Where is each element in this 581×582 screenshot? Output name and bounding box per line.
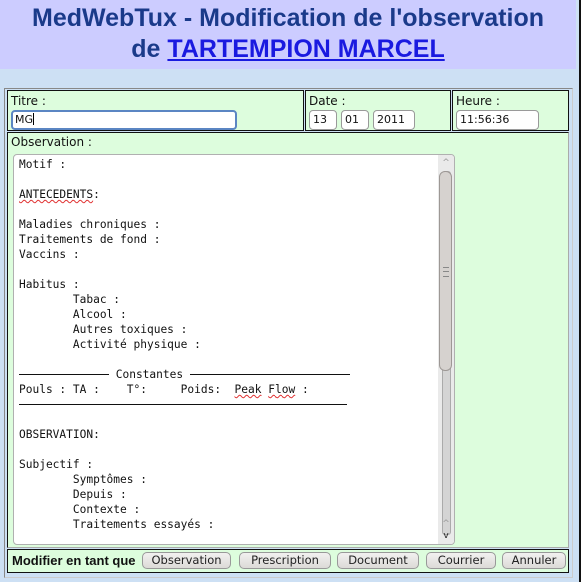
line-constantes: Constantes bbox=[109, 368, 190, 381]
observation-scrollbar[interactable]: ^ ^ v bbox=[438, 155, 454, 544]
date-cell: Date : 13 01 2011 bbox=[305, 90, 451, 131]
grip-icon bbox=[443, 267, 449, 277]
heure-cell: Heure : 11:56:36 bbox=[452, 90, 569, 131]
modify-as-label: Modifier en tant que bbox=[12, 553, 136, 568]
titre-label: Titre : bbox=[11, 94, 46, 108]
line-tabac: Tabac : bbox=[19, 293, 121, 306]
observation-label: Observation : bbox=[11, 135, 92, 149]
line-traitements-fond: Traitements de fond : bbox=[19, 233, 161, 246]
scroll-up-small-icon[interactable]: ^ bbox=[438, 518, 454, 530]
date-label: Date : bbox=[309, 94, 346, 108]
scroll-up-icon[interactable]: ^ bbox=[438, 157, 454, 169]
titre-cell: Titre : MG bbox=[7, 90, 304, 131]
line-pouls: Pouls : TA : T°: Poids: bbox=[19, 383, 235, 396]
line-observation-header: OBSERVATION: bbox=[19, 428, 100, 441]
line-motif: Motif : bbox=[19, 158, 67, 171]
scroll-thumb[interactable] bbox=[439, 171, 452, 371]
word-peak: Peak bbox=[234, 383, 262, 396]
line-contexte: Contexte : bbox=[19, 503, 141, 516]
word-flow: Flow bbox=[268, 383, 296, 396]
line-alcool: Alcool : bbox=[19, 308, 127, 321]
line-symptomes: Symptômes : bbox=[19, 473, 147, 486]
separator-line bbox=[19, 374, 109, 375]
observation-textarea[interactable]: Motif : ANTECEDENTS: Maladies chroniques… bbox=[13, 154, 455, 545]
patient-name-link[interactable]: TARTEMPION MARCEL bbox=[167, 35, 444, 63]
titre-input[interactable]: MG bbox=[11, 110, 237, 130]
prescription-button[interactable]: Prescription bbox=[239, 552, 331, 569]
heure-label: Heure : bbox=[456, 94, 500, 108]
observation-button[interactable]: Observation bbox=[142, 552, 231, 569]
observation-cell: Observation : Motif : ANTECEDENTS: Malad… bbox=[7, 132, 569, 548]
separator-line bbox=[189, 374, 350, 375]
line-traitements-essayes: Traitements essayés : bbox=[19, 518, 215, 531]
line-subjectif: Subjectif : bbox=[19, 458, 94, 471]
form-frame: Titre : MG Date : 13 01 2011 Heure : 11:… bbox=[4, 88, 573, 578]
flow-colon: : bbox=[295, 383, 309, 396]
line-habitus: Habitus : bbox=[19, 278, 80, 291]
annuler-button[interactable]: Annuler bbox=[502, 552, 566, 569]
observation-text: Motif : ANTECEDENTS: Maladies chroniques… bbox=[19, 157, 350, 532]
line-depuis: Depuis : bbox=[19, 488, 127, 501]
document-button[interactable]: Document bbox=[337, 552, 419, 569]
text-caret bbox=[33, 113, 35, 125]
courrier-button[interactable]: Courrier bbox=[426, 552, 496, 569]
scroll-down-icon[interactable]: v bbox=[438, 530, 454, 542]
line-maladies: Maladies chroniques : bbox=[19, 218, 161, 231]
line-activite: Activité physique : bbox=[19, 338, 201, 351]
line-antecedents: ANTECEDENTS bbox=[19, 188, 94, 201]
heure-input[interactable]: 11:56:36 bbox=[456, 110, 539, 130]
page-header: MedWebTux - Modification de l'observatio… bbox=[0, 0, 576, 69]
titre-value: MG bbox=[15, 113, 34, 126]
date-year-input[interactable]: 2011 bbox=[373, 110, 415, 130]
date-day-input[interactable]: 13 bbox=[309, 110, 337, 130]
action-bar: Modifier en tant que Observation Prescri… bbox=[7, 549, 569, 573]
page-title: MedWebTux - Modification de l'observatio… bbox=[32, 4, 544, 32]
line-vaccins: Vaccins : bbox=[19, 248, 80, 261]
date-month-input[interactable]: 01 bbox=[341, 110, 369, 130]
title-prefix: de bbox=[131, 35, 161, 63]
page-subtitle: de TARTEMPION MARCEL bbox=[0, 34, 576, 65]
antecedents-colon: : bbox=[93, 188, 100, 201]
line-autres-toxiques: Autres toxiques : bbox=[19, 323, 188, 336]
separator-line bbox=[19, 404, 347, 405]
